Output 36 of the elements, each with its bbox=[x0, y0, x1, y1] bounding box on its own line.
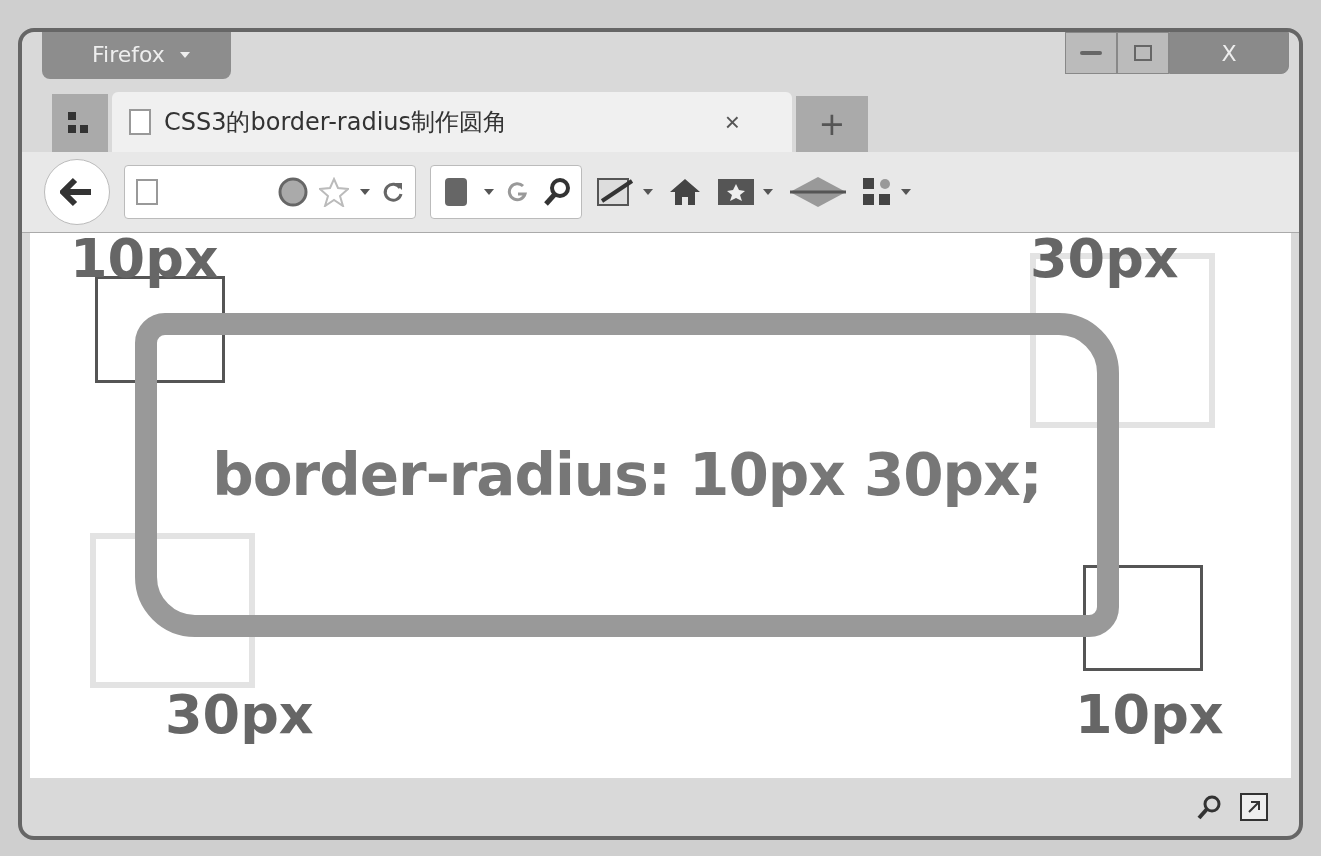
new-tab-button[interactable]: + bbox=[796, 96, 868, 152]
reload-icon[interactable] bbox=[381, 180, 405, 204]
minimize-button[interactable] bbox=[1065, 32, 1117, 74]
browser-tab[interactable]: CSS3的border-radius制作圆角 × bbox=[112, 92, 792, 152]
dropdown-caret-icon[interactable] bbox=[359, 188, 371, 196]
dropdown-caret-icon[interactable] bbox=[642, 188, 654, 196]
home-icon[interactable] bbox=[668, 177, 702, 207]
dropdown-caret-icon[interactable] bbox=[483, 188, 495, 196]
close-button[interactable]: X bbox=[1169, 32, 1289, 74]
maximize-icon bbox=[1133, 44, 1153, 62]
firefox-menu-button[interactable]: Firefox bbox=[42, 32, 231, 79]
page-icon bbox=[128, 108, 152, 136]
bookmarks-icon[interactable] bbox=[716, 177, 756, 207]
corner-label: 30px bbox=[1030, 227, 1179, 290]
dropdown-caret-icon[interactable] bbox=[900, 188, 912, 196]
search-icon[interactable] bbox=[543, 177, 571, 207]
corner-label: 30px bbox=[165, 683, 314, 746]
demo-text: border-radius: 10px 30px; bbox=[212, 441, 1042, 509]
back-arrow-icon bbox=[60, 177, 94, 207]
star-icon[interactable] bbox=[319, 177, 349, 207]
tab-title: CSS3的border-radius制作圆角 bbox=[164, 107, 509, 138]
caret-icon bbox=[178, 50, 191, 59]
search-bar[interactable] bbox=[430, 165, 582, 219]
corner-label: 10px bbox=[1075, 683, 1224, 746]
globe-icon bbox=[277, 176, 309, 208]
dropdown-caret-icon[interactable] bbox=[762, 188, 774, 196]
page-icon bbox=[135, 178, 159, 206]
address-bar[interactable] bbox=[124, 165, 416, 219]
zoom-icon bbox=[1197, 794, 1223, 820]
close-tab-button[interactable]: × bbox=[718, 105, 746, 139]
tab-groups-button[interactable] bbox=[52, 94, 108, 152]
diamond-icon[interactable] bbox=[788, 175, 848, 209]
minimize-icon bbox=[1079, 49, 1103, 57]
corner-label: 10px bbox=[70, 227, 219, 290]
maximize-button[interactable] bbox=[1117, 32, 1169, 74]
resize-grip-icon[interactable] bbox=[1239, 792, 1269, 822]
